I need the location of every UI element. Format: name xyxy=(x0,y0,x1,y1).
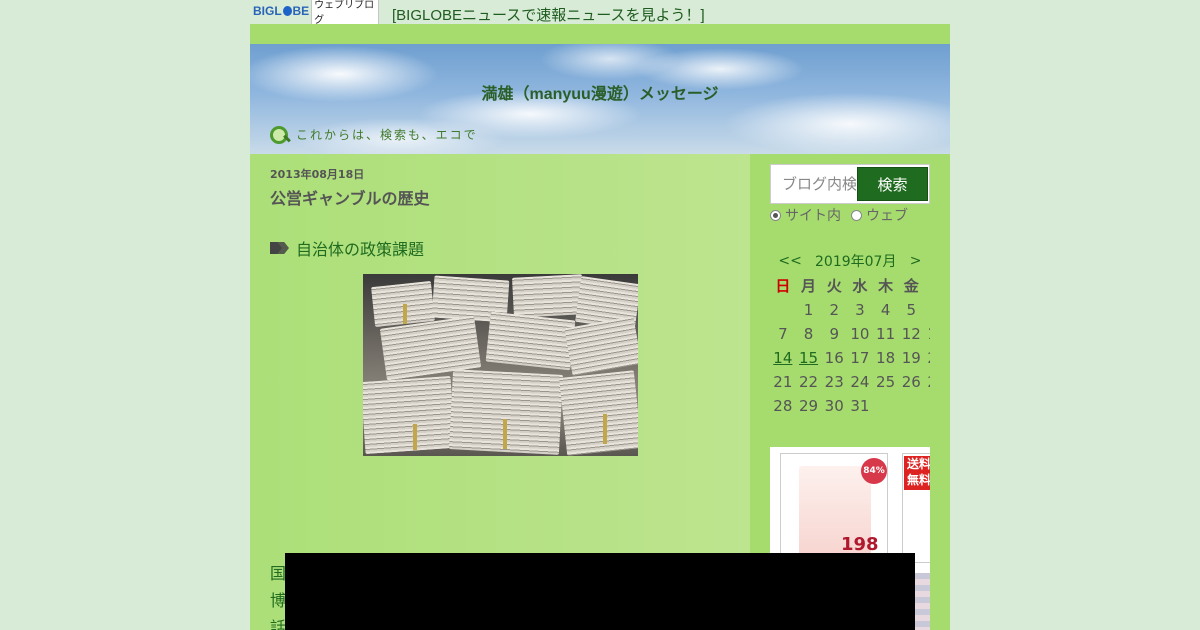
radio-site-inner[interactable] xyxy=(770,209,781,221)
black-overlay-banner xyxy=(285,553,915,630)
calendar-day: 20 xyxy=(924,346,930,370)
calendar-day: 12 xyxy=(901,325,921,343)
calendar-day: 28 xyxy=(773,397,793,415)
calendar-day: 3 xyxy=(855,301,865,319)
logo-text: BIGL xyxy=(253,3,282,18)
calendar-day: 27 xyxy=(924,370,930,394)
tags-icon xyxy=(270,241,290,255)
calendar-day: 22 xyxy=(798,373,819,391)
calendar-day: 26 xyxy=(901,373,921,391)
page-column: 満雄（manyuu漫遊）メッセージ これからは、検索も、エコで 2013年08月… xyxy=(250,24,950,630)
calendar-day: 1 xyxy=(803,301,814,319)
radio-web[interactable] xyxy=(851,209,862,221)
calendar-day: 6 xyxy=(924,298,930,322)
blog-search-input[interactable] xyxy=(774,168,856,200)
calendar-day-link[interactable]: 14 xyxy=(770,346,796,370)
calendar-day: 2 xyxy=(829,301,839,319)
calendar-day: 24 xyxy=(850,373,870,391)
magnifier-leaf-icon xyxy=(268,124,292,144)
ad-discount-badge: 84% xyxy=(861,458,887,484)
post-date: 2013年08月18日 xyxy=(270,168,365,181)
logo-text-2: BE xyxy=(292,3,310,18)
calendar-weekday: 木 xyxy=(878,277,894,295)
calendar-day: 18 xyxy=(876,349,896,367)
biglobe-webry-logo[interactable]: BIGL BE ウェブリブログ xyxy=(253,0,379,27)
calendar-day xyxy=(873,394,899,418)
calendar-weekday: 火 xyxy=(826,277,842,295)
post-body-line: 国 xyxy=(270,564,287,583)
calendar-day xyxy=(898,394,924,418)
post-body-line: 博 xyxy=(270,591,287,610)
calendar-day: 9 xyxy=(829,325,839,343)
calendar-weekday: 日 xyxy=(775,277,791,295)
ad-free-shipping-stamp: 送料無料 xyxy=(904,456,930,490)
calendar-day: 21 xyxy=(773,373,793,391)
calendar-day xyxy=(770,298,796,322)
calendar-day: 5 xyxy=(906,301,917,319)
tagline-text: これからは、検索も、エコで xyxy=(296,127,478,142)
calendar-day: 11 xyxy=(876,325,896,343)
header-tagline: これからは、検索も、エコで xyxy=(268,124,478,144)
blog-search-form: 検索 xyxy=(770,164,930,204)
calendar-weekday: 水 xyxy=(852,277,868,295)
search-scope-options: サイト内 ウェブ xyxy=(770,205,908,225)
calendar-weekday: 月 xyxy=(801,277,817,295)
biglobe-news-link[interactable]: [BIGLOBEニュースで速報ニュースを見よう！] xyxy=(392,4,705,25)
calendar-month-link[interactable]: 2019年07月 xyxy=(810,251,901,271)
ad-product-card[interactable]: 84% 198円 xyxy=(780,453,888,580)
calendar-day: 13 xyxy=(924,322,930,346)
calendar-day: 17 xyxy=(850,349,870,367)
ad-product-card-2[interactable]: 送料無料 xyxy=(902,453,930,563)
calendar-day: 25 xyxy=(876,373,896,391)
calendar-day: 30 xyxy=(824,397,844,415)
site-title[interactable]: 満雄（manyuu漫遊）メッセージ xyxy=(250,80,950,104)
calendar-day: 7 xyxy=(778,325,788,343)
calendar-day: 4 xyxy=(880,301,891,319)
calendar-grid: 日月火水木金土123456789101112131415161718192021… xyxy=(770,274,930,418)
site-header: 満雄（manyuu漫遊）メッセージ これからは、検索も、エコで xyxy=(250,44,950,154)
calendar-day: 29 xyxy=(798,397,819,415)
post-tag-row: 自治体の政策課題 xyxy=(270,236,424,260)
calendar-day: 23 xyxy=(824,373,844,391)
logo-dot-icon xyxy=(282,5,292,16)
post-body-line: 話 xyxy=(270,618,287,630)
calendar-day: 8 xyxy=(803,325,814,343)
calendar-day: 19 xyxy=(901,349,921,367)
calendar-day: 16 xyxy=(824,349,844,367)
logo-sub: ウェブリブログ xyxy=(311,0,379,27)
calendar-day: 10 xyxy=(850,325,870,343)
top-bar: BIGL BE ウェブリブログ [BIGLOBEニュースで速報ニュースを見よう！] xyxy=(250,0,950,27)
calendar-day: 31 xyxy=(850,397,870,415)
post-image-betting-tickets xyxy=(363,274,638,456)
calendar: << 2019年07月 > 日月火水木金土1234567891011121314… xyxy=(770,248,930,418)
search-button[interactable]: 検索 xyxy=(857,167,928,201)
post-body: 国 博 話 xyxy=(270,560,286,630)
calendar-next-link[interactable]: > xyxy=(901,253,930,269)
tag-link[interactable]: 自治体の政策課題 xyxy=(296,236,424,260)
calendar-nav: << 2019年07月 > xyxy=(770,248,930,274)
calendar-weekday: 金 xyxy=(903,277,919,295)
calendar-day xyxy=(924,394,930,418)
radio-web-label[interactable]: ウェブ xyxy=(866,205,908,225)
post-title[interactable]: 公営ギャンブルの歴史 xyxy=(270,185,430,209)
radio-site-inner-label[interactable]: サイト内 xyxy=(785,205,841,225)
calendar-weekday: 土 xyxy=(924,274,930,298)
calendar-prev-link[interactable]: << xyxy=(770,253,810,269)
calendar-day-link[interactable]: 15 xyxy=(796,346,822,370)
